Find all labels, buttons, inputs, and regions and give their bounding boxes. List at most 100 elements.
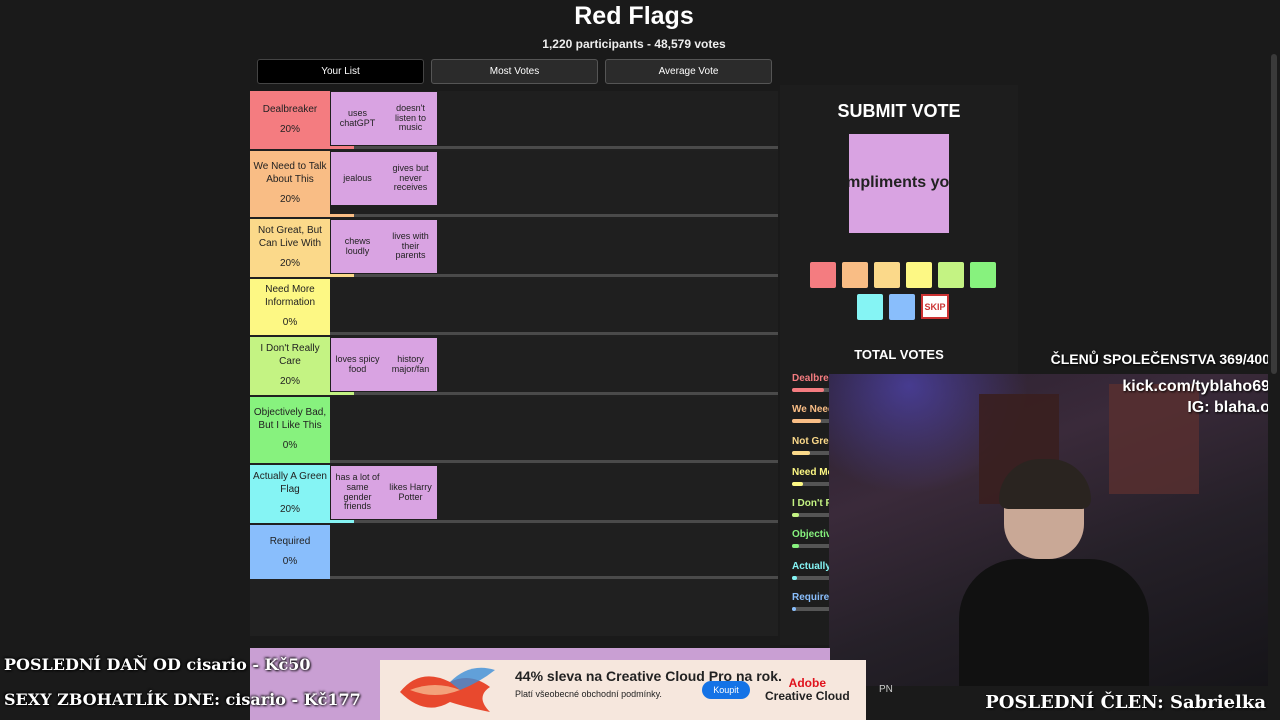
- tier-progress-fill: [330, 520, 354, 523]
- top-donor: SEXY ZBOHATLÍK DNE: cisario - Kč177: [4, 690, 361, 709]
- tier-item-card[interactable]: chews loudly: [331, 220, 384, 273]
- tier-progress-bar: [330, 460, 778, 463]
- tier-label: I Don't Really Care 20%: [250, 337, 330, 395]
- tab-most-votes[interactable]: Most Votes: [431, 59, 598, 84]
- tier-items: [330, 279, 331, 335]
- tier-progress-bar: [330, 146, 778, 149]
- tier-name: I Don't Really Care: [260, 343, 320, 367]
- adobe-ad-banner[interactable]: 44% sleva na Creative Cloud Pro na rok. …: [380, 660, 866, 720]
- tier-row: We Need to Talk About This 20% jealous give…: [250, 151, 778, 217]
- tier-item-card[interactable]: doesn't listen to music: [384, 92, 437, 145]
- tier-name: Dealbreaker: [262, 103, 318, 115]
- tier-items: [330, 397, 331, 463]
- submit-vote-heading: SUBMIT VOTE: [837, 101, 961, 121]
- tier-percent: 0%: [282, 317, 298, 329]
- tier-row: Actually A Green Flag 20% has a lot of sam…: [250, 465, 778, 523]
- tier-item-card[interactable]: lives with their parents: [384, 220, 437, 273]
- tier-item-card[interactable]: history major/fan: [384, 338, 437, 391]
- tier-swatch-button[interactable]: [810, 262, 836, 288]
- total-votes-label: Objectively Bad, But I Like This: [792, 529, 832, 541]
- tier-percent: 20%: [279, 124, 300, 135]
- tier-item-card[interactable]: loves spicy food: [331, 338, 384, 391]
- instagram-handle: IG: blaha.o: [1187, 399, 1270, 416]
- tier-progress-fill: [330, 146, 354, 149]
- tier-item-card[interactable]: jealous: [331, 152, 384, 205]
- tier-swatch-button[interactable]: [906, 262, 932, 288]
- tier-percent: 20%: [279, 504, 300, 516]
- tier-swatch-button[interactable]: [874, 262, 900, 288]
- webcam-overlay: [829, 374, 1280, 686]
- page-scrollbar[interactable]: [1268, 0, 1280, 720]
- tier-row: Required 0%: [250, 525, 778, 579]
- tier-label: Objectively Bad, But I Like This 0%: [250, 397, 330, 463]
- tab-average-vote[interactable]: Average Vote: [605, 59, 772, 84]
- vote-card[interactable]: only compliments your body: [849, 134, 949, 233]
- tier-percent: 20%: [279, 258, 300, 270]
- total-votes-label: Dealbreaker: [792, 373, 832, 384]
- tier-progress-bar: [330, 392, 778, 395]
- tier-progress-fill: [330, 274, 354, 277]
- vote-swatches: SKIP: [808, 262, 998, 320]
- tier-name: We Need to Talk About This: [253, 161, 327, 185]
- total-votes-label: Not Great, But Can Live With: [792, 435, 832, 447]
- tier-name: Objectively Bad, But I Like This: [253, 407, 327, 431]
- tier-swatch-button[interactable]: [889, 294, 915, 320]
- total-votes-label: Need More Information: [792, 466, 832, 478]
- tier-name: Need More Information: [264, 284, 316, 308]
- tier-percent: 0%: [282, 556, 298, 567]
- page-header: Red Flags 1,220 participants - 48,579 vo…: [0, 0, 1268, 51]
- tier-percent: 20%: [279, 376, 300, 388]
- total-votes-fill: [792, 544, 800, 549]
- tier-label: Not Great, But Can Live With 20%: [250, 219, 330, 277]
- total-votes-label: Actually A Green Flag: [792, 560, 832, 572]
- total-votes-fill: [792, 450, 810, 455]
- last-member: POSLEDNÍ ČLEN: Sabrielka: [985, 692, 1266, 713]
- participants-summary: 1,220 participants - 48,579 votes: [542, 37, 726, 51]
- tier-swatch-button[interactable]: [857, 294, 883, 320]
- tier-progress-fill: [330, 392, 354, 395]
- tier-progress-bar: [330, 274, 778, 277]
- tab-your-list[interactable]: Your List: [257, 59, 424, 84]
- total-votes-fill: [792, 481, 803, 486]
- skip-button[interactable]: SKIP: [921, 294, 949, 319]
- tier-item-card[interactable]: likes Harry Potter: [384, 466, 437, 519]
- tier-swatch-button[interactable]: [938, 262, 964, 288]
- ad-buy-button[interactable]: Koupit: [702, 681, 750, 699]
- total-votes-fill: [792, 575, 798, 580]
- total-votes-fill: [792, 607, 796, 612]
- tier-items: has a lot of same gender friends likes Ha…: [330, 465, 437, 523]
- page-title: Red Flags: [574, 2, 694, 30]
- tier-items: chews loudly lives with their parents: [330, 219, 437, 277]
- tier-swatch-button[interactable]: [970, 262, 996, 288]
- tier-items: uses chatGPT doesn't listen to music: [330, 91, 437, 149]
- total-votes-heading: TOTAL VOTES: [854, 347, 944, 362]
- betta-fish-icon: [400, 667, 495, 712]
- tier-row: Need More Information 0%: [250, 279, 778, 335]
- tier-items: [330, 525, 331, 579]
- scrollbar-thumb[interactable]: [1271, 54, 1277, 374]
- tier-label: Dealbreaker 20%: [250, 91, 330, 149]
- tier-items: loves spicy food history major/fan: [330, 337, 437, 395]
- tier-label: Actually A Green Flag 20%: [250, 465, 330, 523]
- tier-swatch-button[interactable]: [842, 262, 868, 288]
- total-votes-label: Required: [792, 592, 832, 604]
- kick-link: kick.com/tyblaho69: [1122, 378, 1270, 395]
- view-tabs: Your List Most Votes Average Vote: [257, 59, 772, 84]
- tier-row: Objectively Bad, But I Like This 0%: [250, 397, 778, 463]
- tier-label: Required 0%: [250, 525, 330, 579]
- tier-items: jealous gives but never receives: [330, 151, 437, 217]
- tier-percent: 20%: [279, 194, 300, 206]
- last-donation: POSLEDNÍ DAŇ OD cisario - Kč50: [4, 655, 311, 674]
- total-votes-fill: [792, 419, 821, 424]
- tier-row: Not Great, But Can Live With 20% chews lou…: [250, 219, 778, 277]
- total-votes-label: We Need to Talk About This: [792, 404, 832, 416]
- tier-item-card[interactable]: uses chatGPT: [331, 92, 384, 145]
- total-votes-fill: [792, 513, 800, 518]
- tier-progress-bar: [330, 520, 778, 523]
- tier-name: Not Great, But Can Live With: [258, 225, 322, 249]
- tier-item-card[interactable]: gives but never receives: [384, 152, 437, 205]
- tier-item-card[interactable]: has a lot of same gender friends: [331, 466, 384, 519]
- pn-label: PN: [879, 684, 893, 695]
- adobe-logo: Adobe Creative Cloud: [765, 676, 850, 704]
- members-count: ČLENŮ SPOLEČENSTVA 369/400: [1050, 351, 1270, 367]
